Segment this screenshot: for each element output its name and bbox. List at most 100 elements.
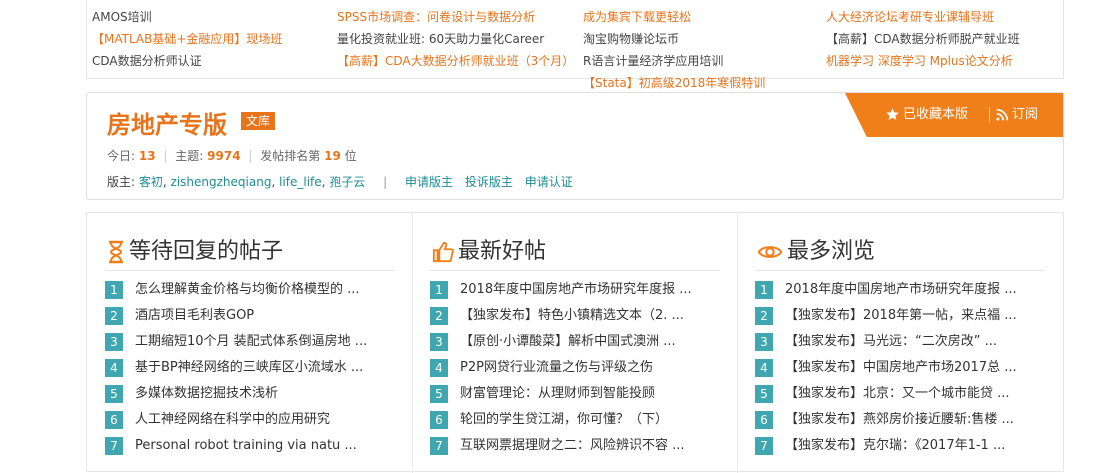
promo-links-column-4: 人大经济论坛考研专业课辅导班 【高薪】CDA数据分析师脱产就业班 机器学习 深度学习… xyxy=(826,6,1020,72)
thread-link[interactable]: 财富管理论：从理财师到智能投顾 xyxy=(460,385,655,403)
rank-number: 6 xyxy=(755,411,773,429)
column-latest-good: 最新好帖 1 2018年度中国房地产市场研究年度报 ... 2 【独家发布】特色小镇精… xyxy=(412,213,738,473)
rank-number: 7 xyxy=(105,437,123,455)
thread-link[interactable]: 【原创·小谭酸菜】解析中国式澳洲 ... xyxy=(460,333,676,351)
thread-item: 5 财富管理论：从理财师到智能投顾 xyxy=(430,385,692,411)
thread-list: 1 2018年度中国房地产市场研究年度报 ... 2 【独家发布】2018年第一帖，来… xyxy=(755,281,1017,463)
thread-item: 5 【独家发布】北京：又一个城市能贷 ... xyxy=(755,385,1017,411)
thread-item: 4 【独家发布】中国房地产市场2017总 ... xyxy=(755,359,1017,385)
promo-link[interactable]: CDA数据分析师认证 xyxy=(92,50,282,72)
rank-number: 1 xyxy=(105,281,123,299)
apply-certification-link[interactable]: 申请认证 xyxy=(525,175,573,189)
thread-link[interactable]: 怎么理解黄金价格与均衡价格模型的 ... xyxy=(135,281,360,299)
rank-number: 6 xyxy=(105,411,123,429)
promo-link[interactable]: 成为集宾下载更轻松 xyxy=(583,6,765,28)
rank-number: 1 xyxy=(430,281,448,299)
column-title: 最新好帖 xyxy=(432,233,546,265)
thumbs-up-icon xyxy=(432,241,454,263)
rank-number: 5 xyxy=(755,385,773,403)
promo-link[interactable]: 量化投资就业班: 60天助力量化Career xyxy=(337,28,574,50)
stats-divider: | xyxy=(163,149,168,163)
thread-item: 7 【独家发布】克尔瑞：《2017年1-1 ... xyxy=(755,437,1017,463)
column-title-text: 等待回复的帖子 xyxy=(129,239,284,264)
moderator-link[interactable]: 孢子云 xyxy=(329,175,365,189)
thread-link[interactable]: 【独家发布】燕郊房价接近腰斩:售楼 ... xyxy=(785,411,1014,429)
thread-item: 3 【独家发布】马光远：“二次房改” ... xyxy=(755,333,1017,359)
library-badge[interactable]: 文库 xyxy=(241,112,276,130)
thread-item: 7 Personal robot training via natu ... xyxy=(105,437,367,463)
eye-icon xyxy=(757,246,783,258)
rank-number: 7 xyxy=(755,437,773,455)
rank-number: 5 xyxy=(430,385,448,403)
rank-number: 1 xyxy=(755,281,773,299)
star-icon xyxy=(886,108,899,121)
rank-number: 2 xyxy=(755,307,773,325)
thread-item: 3 工期缩短10个月 装配式体系倒逼房地 ... xyxy=(105,333,367,359)
moderator-link[interactable]: life_life xyxy=(279,175,322,189)
thread-item: 1 怎么理解黄金价格与均衡价格模型的 ... xyxy=(105,281,367,307)
moderator-link[interactable]: 客初 xyxy=(139,175,163,189)
thread-link[interactable]: 2018年度中国房地产市场研究年度报 ... xyxy=(460,281,692,299)
favorite-label: 已收藏本版 xyxy=(903,107,969,122)
promo-link[interactable]: R语言计量经济学应用培训 xyxy=(583,50,765,72)
thread-link[interactable]: 互联网票据理财之二：风险辨识不容 ... xyxy=(460,437,685,455)
forum-actions-ribbon: 已收藏本版 订阅 xyxy=(845,93,1063,137)
column-title-text: 最新好帖 xyxy=(458,239,547,264)
topics-label: 主题: xyxy=(175,149,204,163)
thread-item: 6 【独家发布】燕郊房价接近腰斩:售楼 ... xyxy=(755,411,1017,437)
thread-link[interactable]: 人工神经网络在科学中的应用研究 xyxy=(135,411,330,429)
thread-item: 6 轮回的学生贷江湖，你可懂？（下） xyxy=(430,411,692,437)
promo-link[interactable]: 【高薪】CDA数据分析师脱产就业班 xyxy=(826,28,1020,50)
today-label: 今日: xyxy=(107,149,136,163)
thread-link[interactable]: 轮回的学生贷江湖，你可懂？（下） xyxy=(460,411,668,429)
rank-suffix: 位 xyxy=(344,149,357,163)
thread-link[interactable]: 2018年度中国房地产市场研究年度报 ... xyxy=(785,281,1017,299)
thread-item: 6 人工神经网络在科学中的应用研究 xyxy=(105,411,367,437)
thread-link[interactable]: P2P网贷行业流量之伤与评级之伤 xyxy=(460,359,653,377)
thread-link[interactable]: 多媒体数据挖掘技术浅析 xyxy=(135,385,278,403)
column-divider xyxy=(105,270,395,271)
promo-link[interactable]: AMOS培训 xyxy=(92,6,282,28)
promo-link[interactable]: 【Stata】初高级2018年寒假特训 xyxy=(583,72,765,94)
promo-link[interactable]: 【MATLAB基础+金融应用】现场班 xyxy=(92,28,282,50)
moderators-row: 版主: 客初, zishengzheqiang, life_life, 孢子云 … xyxy=(107,175,573,189)
promo-link[interactable]: SPSS市场调查：问卷设计与数据分析 xyxy=(337,6,574,28)
forum-stats: 今日: 13 | 主题: 9974 | 发帖排名第 19 位 xyxy=(107,147,357,164)
rank-number: 4 xyxy=(105,359,123,377)
thread-link[interactable]: 工期缩短10个月 装配式体系倒逼房地 ... xyxy=(135,333,367,351)
thread-link[interactable]: 【独家发布】马光远：“二次房改” ... xyxy=(785,333,997,351)
mods-divider: | xyxy=(383,175,388,189)
favorite-button[interactable]: 已收藏本版 xyxy=(885,93,968,137)
promo-link[interactable]: 人大经济论坛考研专业课辅导班 xyxy=(826,6,1020,28)
column-title: 等待回复的帖子 xyxy=(107,233,283,265)
ribbon-divider xyxy=(989,107,990,123)
thread-item: 7 互联网票据理财之二：风险辨识不容 ... xyxy=(430,437,692,463)
rank-value: 19 xyxy=(324,149,341,163)
column-most-viewed: 最多浏览 1 2018年度中国房地产市场研究年度报 ... 2 【独家发布】2018年… xyxy=(737,213,1063,473)
rank-number: 2 xyxy=(105,307,123,325)
thread-link[interactable]: 【独家发布】北京：又一个城市能贷 ... xyxy=(785,385,1010,403)
thread-link[interactable]: 基于BP神经网络的三峡库区小流域水 ... xyxy=(135,359,363,377)
column-title-text: 最多浏览 xyxy=(787,239,876,264)
thread-link[interactable]: 【独家发布】克尔瑞：《2017年1-1 ... xyxy=(785,437,1005,455)
subscribe-label: 订阅 xyxy=(1012,107,1039,122)
promo-link[interactable]: 【高薪】CDA大数据分析师就业班（3个月） xyxy=(337,50,574,72)
promo-links-box: AMOS培训 【MATLAB基础+金融应用】现场班 CDA数据分析师认证 SPSS市… xyxy=(86,0,1064,90)
thread-item: 1 2018年度中国房地产市场研究年度报 ... xyxy=(430,281,692,307)
rss-icon xyxy=(996,108,1009,121)
thread-link[interactable]: 酒店项目毛利表GOP xyxy=(135,307,254,325)
promo-link[interactable]: 机器学习 深度学习 Mplus论文分析 xyxy=(826,50,1020,72)
report-moderator-link[interactable]: 投诉版主 xyxy=(465,175,513,189)
thread-item: 3 【原创·小谭酸菜】解析中国式澳洲 ... xyxy=(430,333,692,359)
subscribe-button[interactable]: 订阅 xyxy=(995,93,1038,137)
thread-link[interactable]: 【独家发布】中国房地产市场2017总 ... xyxy=(785,359,1017,377)
thread-link[interactable]: 【独家发布】特色小镇精选文本（2. ... xyxy=(460,307,684,325)
promo-link[interactable]: 淘宝购物赚论坛币 xyxy=(583,28,765,50)
thread-link[interactable]: Personal robot training via natu ... xyxy=(135,437,357,455)
thread-link[interactable]: 【独家发布】2018年第一帖，来点福 ... xyxy=(785,307,1017,325)
apply-moderator-link[interactable]: 申请版主 xyxy=(405,175,453,189)
rank-number: 7 xyxy=(430,437,448,455)
moderator-link[interactable]: zishengzheqiang xyxy=(171,175,272,189)
thread-item: 4 P2P网贷行业流量之伤与评级之伤 xyxy=(430,359,692,385)
thread-item: 2 【独家发布】2018年第一帖，来点福 ... xyxy=(755,307,1017,333)
